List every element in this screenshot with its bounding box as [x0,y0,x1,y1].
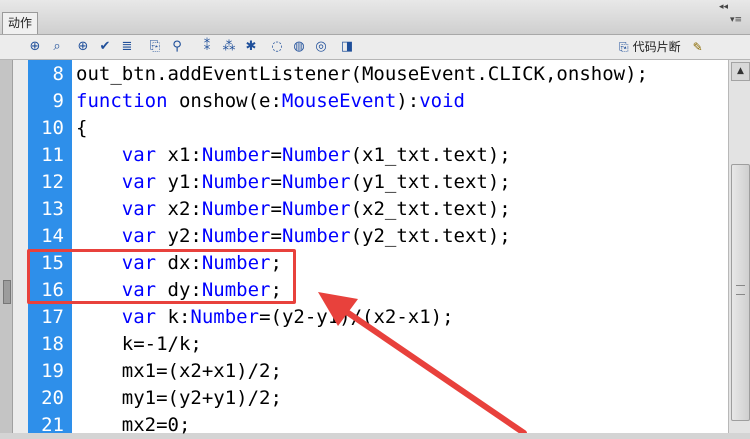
annotation-arrow [318,292,527,433]
